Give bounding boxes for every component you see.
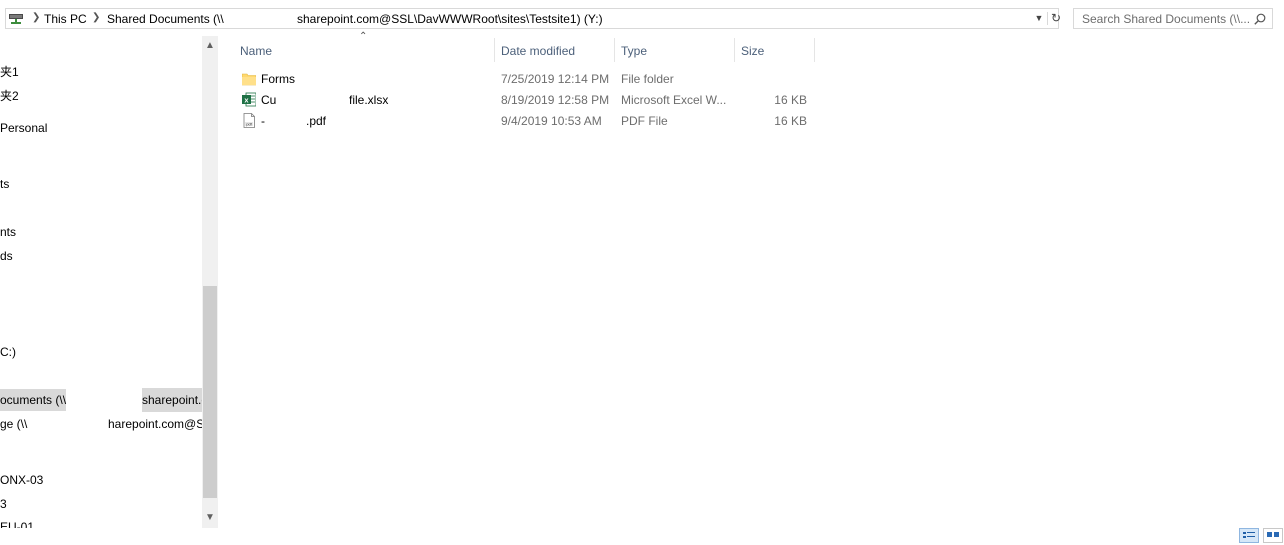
excel-file-icon: x: [242, 92, 256, 107]
nav-item-network-onx-03[interactable]: ONX-03: [0, 469, 43, 491]
column-header-date-modified[interactable]: Date modified: [495, 40, 615, 62]
file-name-suffix[interactable]: file.xlsx: [349, 93, 388, 107]
nav-item-downloads[interactable]: ds: [0, 245, 13, 267]
search-icon[interactable]: [1254, 13, 1266, 25]
navigation-pane[interactable]: 夹1 夹2 Personal ts nts ds C:) ocuments (\…: [0, 36, 202, 528]
breadcrumb-separator-icon: ❯: [92, 12, 101, 23]
file-type: Microsoft Excel W...: [621, 93, 727, 107]
file-name-suffix[interactable]: .pdf: [306, 114, 326, 128]
navigation-scrollbar[interactable]: ▲ ▼: [202, 36, 218, 528]
nav-item-folder-2[interactable]: 夹2: [0, 85, 19, 107]
file-name-prefix[interactable]: Cu: [261, 93, 276, 107]
nav-item-shared-documents-host[interactable]: sharepoint.c: [142, 389, 202, 411]
nav-item-local-disk-c[interactable]: C:): [0, 341, 16, 363]
column-header-size[interactable]: Size: [735, 40, 815, 62]
address-bar[interactable]: ❯ This PC ❯ Shared Documents (\\ sharepo…: [5, 8, 1061, 29]
file-row-xlsx[interactable]: x Cu file.xlsx 8/19/2019 12:58 PM Micros…: [239, 89, 815, 110]
file-date-modified: 7/25/2019 12:14 PM: [501, 72, 610, 86]
file-row-pdf[interactable]: pdf - .pdf 9/4/2019 10:53 AM PDF File 16…: [239, 110, 815, 131]
breadcrumb-separator-icon: ❯: [32, 12, 41, 23]
file-name-prefix[interactable]: -: [261, 114, 265, 128]
file-type: File folder: [621, 72, 674, 86]
file-date-modified: 8/19/2019 12:58 PM: [501, 93, 610, 107]
file-size: 16 KB: [774, 93, 807, 107]
network-drive-icon: [9, 14, 23, 24]
file-type: PDF File: [621, 114, 668, 128]
breadcrumb-shared-documents[interactable]: Shared Documents (\\: [107, 12, 224, 26]
scroll-thumb[interactable]: [203, 286, 217, 498]
file-row-forms[interactable]: Forms 7/25/2019 12:14 PM File folder: [239, 68, 815, 89]
nav-item-storage-host[interactable]: harepoint.com@S: [108, 413, 202, 435]
file-name[interactable]: Forms: [261, 72, 295, 86]
pdf-file-icon: pdf: [243, 113, 255, 128]
breadcrumb-path-tail[interactable]: sharepoint.com@SSL\DavWWWRoot\sites\Test…: [297, 12, 603, 26]
scroll-up-icon[interactable]: ▲: [202, 38, 218, 54]
nav-item-network-3[interactable]: 3: [0, 493, 7, 515]
address-history-dropdown[interactable]: ▼: [1031, 9, 1047, 28]
scroll-down-icon[interactable]: ▼: [202, 510, 218, 526]
search-input[interactable]: Search Shared Documents (\\...: [1073, 8, 1273, 29]
nav-item-storage[interactable]: ge (\\: [0, 413, 27, 435]
nav-item-attachments[interactable]: nts: [0, 221, 16, 243]
folder-icon: [242, 73, 256, 86]
details-view-icon: [1243, 532, 1255, 538]
large-icons-view-icon: [1267, 532, 1279, 537]
nav-item-network-eu-01[interactable]: EU-01: [0, 516, 34, 528]
file-date-modified: 9/4/2019 10:53 AM: [501, 114, 602, 128]
search-placeholder: Search Shared Documents (\\...: [1082, 12, 1251, 26]
file-size: 16 KB: [774, 114, 807, 128]
column-divider[interactable]: [814, 38, 815, 62]
breadcrumb-this-pc[interactable]: This PC: [44, 12, 87, 26]
column-header-type[interactable]: Type: [615, 40, 735, 62]
nav-item-shared-documents-selected[interactable]: ocuments (\\: [0, 389, 66, 411]
nav-item-personal[interactable]: Personal: [0, 117, 47, 139]
refresh-button[interactable]: ↻: [1048, 9, 1064, 28]
details-view-button[interactable]: [1239, 528, 1259, 543]
large-icons-view-button[interactable]: [1263, 528, 1283, 543]
nav-item-documents[interactable]: ts: [0, 173, 9, 195]
nav-item-folder-1[interactable]: 夹1: [0, 61, 19, 83]
column-header-name[interactable]: Name: [234, 40, 495, 62]
